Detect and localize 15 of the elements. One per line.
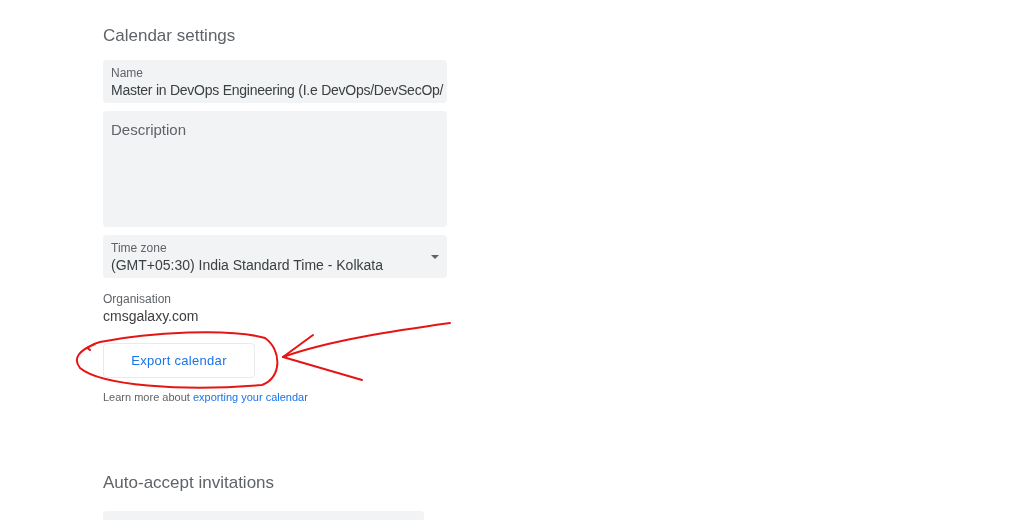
- caret-icon: [431, 254, 439, 259]
- export-button[interactable]: Export calendar: [103, 343, 255, 378]
- field-label: Time zone: [111, 240, 168, 255]
- organisation-label: Organisation: [103, 292, 172, 306]
- organisation-value: cmsgalaxy.com: [103, 308, 199, 324]
- field-value: Master in DevOps Engineering (I.e DevOps/DevSecOp/: [111, 82, 444, 98]
- section-title: Auto-accept invitations: [103, 473, 275, 494]
- name-field[interactable]: Name Master in DevOps Engineering (I.e DevOps/DevSecOp/: [103, 60, 447, 103]
- learn-more-link[interactable]: exporting your calendar: [192, 391, 308, 403]
- description-field[interactable]: Description: [103, 111, 447, 227]
- field-value: (GMT+05:30) India Standard Time - Kolkata: [111, 256, 383, 273]
- time-zone-dropdown[interactable]: Time zone (GMT+05:30) India Standard Time - Kolkata: [103, 235, 447, 278]
- section-title: Calendar settings: [103, 26, 236, 47]
- learn-more-text: Learn more about exporting your calendar: [103, 391, 308, 403]
- field-label: Name: [111, 66, 144, 80]
